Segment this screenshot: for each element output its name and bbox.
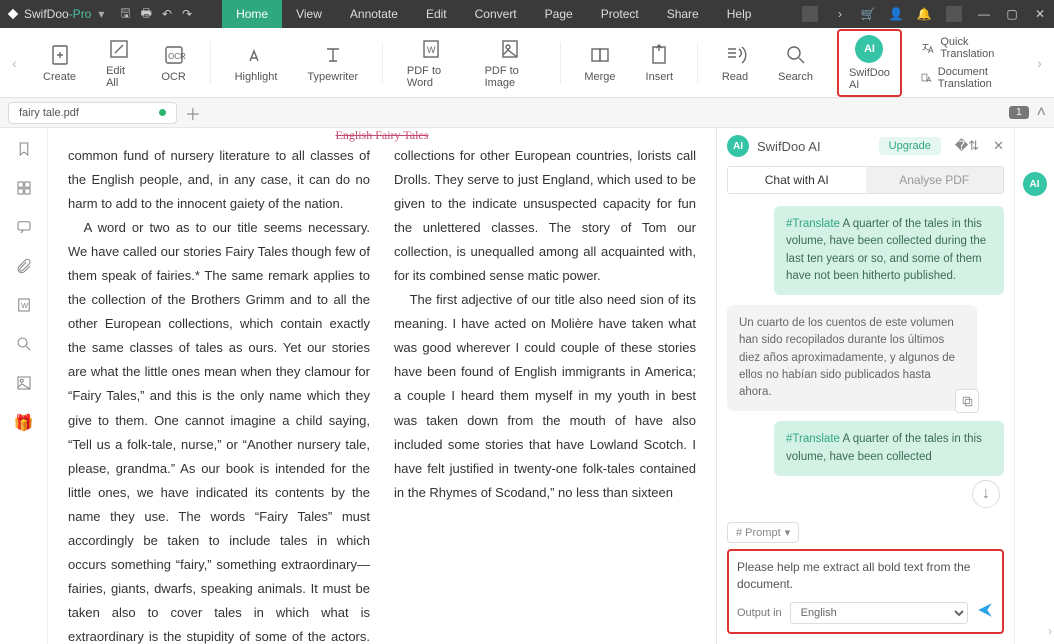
search-sidebar-icon[interactable] <box>15 335 33 358</box>
tool-create[interactable]: Create <box>37 39 82 87</box>
left-sidebar: W 🎁 <box>0 128 48 644</box>
send-button[interactable] <box>976 601 994 624</box>
user-message: #Translate A quarter of the tales in thi… <box>774 206 1004 295</box>
quick-translation[interactable]: Quick Translation <box>920 36 1017 60</box>
svg-text:OCR: OCR <box>168 52 186 61</box>
upgrade-button[interactable]: Upgrade <box>879 137 941 155</box>
tool-pdf-to-word[interactable]: WPDF to Word <box>401 33 461 93</box>
ai-input-text[interactable]: Please help me extract all bold text fro… <box>737 559 994 593</box>
image-icon[interactable] <box>15 374 33 397</box>
doc-text: The first adjective of our title also ne… <box>394 288 696 504</box>
document-translation[interactable]: Document Translation <box>920 66 1017 90</box>
close-icon[interactable]: ✕ <box>1032 7 1048 21</box>
menu-help[interactable]: Help <box>713 0 766 28</box>
app-logo: SwifDoo-Pro ▾ <box>0 7 110 21</box>
gift-icon[interactable]: 🎁 <box>14 413 34 433</box>
tab-count-badge: 1 <box>1009 106 1029 119</box>
ai-panel-title: SwifDoo AI <box>757 139 871 154</box>
doc-text: collections for other European countries… <box>394 144 696 288</box>
attachment-icon[interactable] <box>15 257 33 280</box>
user-icon[interactable]: 👤 <box>888 7 904 21</box>
chevron-down-icon: ▾ <box>785 526 791 539</box>
minimize-icon[interactable]: — <box>976 7 992 21</box>
tab-analyse-pdf[interactable]: Analyse PDF <box>866 167 1004 193</box>
menu-annotate[interactable]: Annotate <box>336 0 412 28</box>
maximize-icon[interactable]: ▢ <box>1004 7 1020 21</box>
ai-rail-button[interactable]: AI <box>1023 172 1047 196</box>
doc-text: A word or two as to our title seems nece… <box>68 216 370 644</box>
ai-close-icon[interactable]: ✕ <box>993 138 1004 154</box>
tool-insert[interactable]: Insert <box>640 39 680 87</box>
scroll-down-button[interactable]: ↓ <box>972 480 1000 508</box>
prompt-chip[interactable]: # Prompt▾ <box>727 522 799 543</box>
undo-icon[interactable]: ↶ <box>162 7 172 21</box>
copy-button[interactable] <box>955 389 979 413</box>
thumbnails-icon[interactable] <box>15 179 33 202</box>
menu-home[interactable]: Home <box>222 0 282 28</box>
doc-text: common fund of nursery literature to all… <box>68 144 370 216</box>
tool-search[interactable]: Search <box>772 39 819 87</box>
menu-page[interactable]: Page <box>531 0 587 28</box>
brand-pro: -Pro <box>69 7 92 21</box>
ai-settings-icon[interactable]: �⇅ <box>955 138 979 154</box>
ai-panel-icon: AI <box>727 135 749 157</box>
new-tab-button[interactable]: ＋ <box>185 101 201 125</box>
tab-chat-with-ai[interactable]: Chat with AI <box>728 167 866 193</box>
brand-text: SwifDoo <box>24 7 69 21</box>
menu-share[interactable]: Share <box>653 0 713 28</box>
save-icon[interactable]: 🖫 <box>120 4 130 25</box>
tool-merge[interactable]: Merge <box>578 39 621 87</box>
ribbon-scroll-left-icon[interactable]: ‹ <box>10 55 19 71</box>
bookmark-icon[interactable] <box>15 140 33 163</box>
collapse-tabs-icon[interactable]: ˄ <box>1037 104 1046 122</box>
redo-icon[interactable]: ↷ <box>182 7 192 21</box>
ai-panel: AI SwifDoo AI Upgrade �⇅ ✕ Chat with AI … <box>716 128 1014 644</box>
tool-swifdoo-ai[interactable]: AISwifDoo AI <box>837 29 902 97</box>
ribbon: ‹ Create Edit All OCROCR Highlight Typew… <box>0 28 1054 98</box>
menu-view[interactable]: View <box>282 0 336 28</box>
ai-icon: AI <box>855 35 883 63</box>
document-tabbar: fairy tale.pdf ＋ 1 ˄ <box>0 98 1054 128</box>
output-label: Output in <box>737 607 782 619</box>
bell-icon[interactable]: 🔔 <box>916 7 932 21</box>
tool-ocr[interactable]: OCROCR <box>155 39 191 87</box>
menu-protect[interactable]: Protect <box>587 0 653 28</box>
document-view[interactable]: English Fairy Tales common fund of nurse… <box>48 128 716 644</box>
unsaved-dot-icon <box>159 109 166 116</box>
cart-icon[interactable]: 🛒 <box>860 7 876 21</box>
ai-response: Un cuarto de los cuentos de este volumen… <box>727 305 977 411</box>
chat-messages: #Translate A quarter of the tales in thi… <box>717 202 1014 516</box>
ai-input-box: Please help me extract all bold text fro… <box>727 549 1004 634</box>
file-tab-label: fairy tale.pdf <box>19 107 79 119</box>
word-icon[interactable]: W <box>15 296 33 319</box>
user-message: #Translate A quarter of the tales in thi… <box>774 421 1004 476</box>
menu-edit[interactable]: Edit <box>412 0 461 28</box>
brand-dropdown-icon[interactable]: ▾ <box>98 7 104 21</box>
chevron-right-icon[interactable]: › <box>832 7 848 21</box>
tool-read[interactable]: Read <box>716 39 754 87</box>
doc-header: English Fairy Tales <box>48 128 716 143</box>
menu-convert[interactable]: Convert <box>461 0 531 28</box>
print-icon[interactable]: 🖶 <box>141 4 152 25</box>
tool-edit-all[interactable]: Edit All <box>100 33 137 93</box>
tool-typewriter[interactable]: Typewriter <box>301 39 364 87</box>
ai-tabs: Chat with AI Analyse PDF <box>727 166 1004 194</box>
bottom-chevron-icon[interactable]: › <box>1048 624 1052 638</box>
output-language-select[interactable]: English <box>790 602 968 624</box>
main-menu: Home View Annotate Edit Convert Page Pro… <box>222 0 765 28</box>
file-tab[interactable]: fairy tale.pdf <box>8 102 177 124</box>
tool-pdf-to-image[interactable]: PDF to Image <box>479 33 542 93</box>
ribbon-scroll-right-icon[interactable]: › <box>1035 55 1044 71</box>
svg-text:W: W <box>427 45 436 55</box>
right-rail: AI <box>1014 128 1054 644</box>
tool-highlight[interactable]: Highlight <box>229 39 284 87</box>
svg-text:W: W <box>21 301 29 310</box>
comments-icon[interactable] <box>15 218 33 241</box>
titlebar: SwifDoo-Pro ▾ 🖫 🖶 ↶ ↷ Home View Annotate… <box>0 0 1054 28</box>
